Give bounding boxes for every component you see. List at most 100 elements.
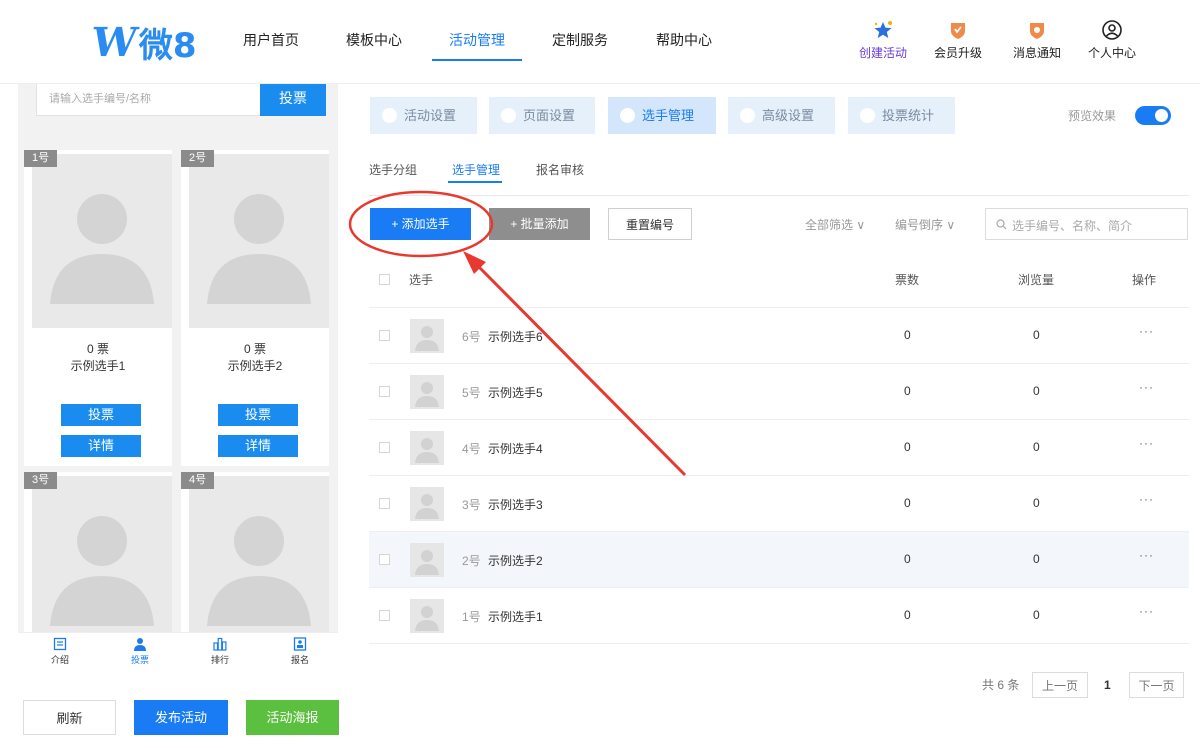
player-photo-placeholder: [189, 154, 329, 328]
row-votes: 0: [904, 496, 911, 510]
avatar-silhouette-icon: [415, 606, 439, 631]
row-more-actions[interactable]: ···: [1139, 548, 1154, 562]
row-checkbox[interactable]: [379, 610, 390, 621]
row-more-actions[interactable]: ···: [1139, 604, 1154, 618]
vote-button[interactable]: 投票: [61, 404, 141, 426]
row-views: 0: [1033, 552, 1040, 566]
row-player-name: 示例选手4: [488, 442, 543, 456]
row-player-number: 3号: [462, 498, 481, 512]
nav-help-center[interactable]: 帮助中心: [656, 30, 712, 50]
tab-intro-label: 介绍: [50, 655, 69, 665]
site-logo[interactable]: W 微8: [89, 19, 197, 66]
subtab-player-groups[interactable]: 选手分组: [369, 161, 417, 178]
reset-number-button[interactable]: 重置编号: [608, 208, 692, 240]
player-card: 3号: [24, 472, 172, 632]
player-search-input[interactable]: 选手编号、名称、简介: [985, 208, 1188, 240]
pagination-prev-button[interactable]: 上一页: [1032, 672, 1088, 698]
preview-toggle-label: 预览效果: [1068, 109, 1117, 123]
tab-advanced-settings[interactable]: 高级设置: [728, 97, 835, 134]
player-search-placeholder: 选手编号、名称、简介: [1012, 219, 1133, 233]
tab-activity-settings[interactable]: 活动设置: [370, 97, 477, 134]
vote-button[interactable]: 投票: [218, 404, 298, 426]
vip-badge-icon: [951, 23, 965, 39]
publish-activity-button[interactable]: 发布活动: [134, 700, 228, 735]
batch-add-button[interactable]: + 批量添加: [489, 208, 590, 240]
tab-vote-statistics-label: 投票统计: [882, 108, 935, 123]
refresh-button[interactable]: 刷新: [23, 700, 116, 735]
preview-toggle-switch[interactable]: [1135, 106, 1171, 125]
row-more-actions[interactable]: ···: [1139, 324, 1154, 338]
row-player-number: 1号: [462, 610, 481, 624]
stats-icon: [860, 108, 875, 123]
logo-text: 微8: [138, 25, 197, 66]
player-card: 1号 0 票 示例选手1 投票 详情: [24, 150, 172, 466]
bell-badge-icon: [1030, 23, 1044, 39]
nav-activity-management[interactable]: 活动管理: [449, 30, 505, 50]
row-views: 0: [1033, 328, 1040, 342]
avatar-silhouette-icon: [415, 494, 439, 519]
user-circle-icon: [1102, 20, 1122, 40]
row-more-actions[interactable]: ···: [1139, 492, 1154, 506]
select-all-checkbox[interactable]: [379, 274, 390, 285]
player-photo-placeholder: [32, 476, 172, 632]
preview-search-button[interactable]: 投票: [260, 84, 326, 116]
preview-search-placeholder: 请输入选手编号/名称: [49, 93, 152, 105]
notifications-label: 消息通知: [1012, 46, 1061, 60]
avatar-silhouette-icon: [50, 516, 154, 626]
column-header-votes: 票数: [895, 273, 920, 287]
tab-ranking-label: 排行: [210, 655, 229, 665]
tab-intro[interactable]: 介绍: [40, 637, 80, 666]
player-number-badge: 3号: [24, 472, 58, 489]
nav-home[interactable]: 用户首页: [243, 30, 299, 50]
table-row: 5号 示例选手5 0 0 ···: [369, 364, 1189, 420]
column-header-player: 选手: [409, 273, 434, 287]
shield-icon: [382, 108, 397, 123]
player-number-badge: 2号: [181, 150, 215, 167]
row-votes: 0: [904, 440, 911, 454]
row-player-number: 2号: [462, 554, 481, 568]
row-player-number: 4号: [462, 442, 481, 456]
row-views: 0: [1033, 608, 1040, 622]
preview-search-bar[interactable]: 请输入选手编号/名称 投票: [36, 84, 326, 116]
nav-templates[interactable]: 模板中心: [346, 30, 402, 50]
player-photo-placeholder: [189, 476, 329, 632]
avatar-silhouette-icon: [415, 438, 439, 463]
nav-custom-service[interactable]: 定制服务: [552, 30, 608, 50]
notifications-button[interactable]: 消息通知: [1002, 19, 1072, 61]
create-activity-button[interactable]: 创建活动: [848, 19, 918, 61]
avatar-silhouette-icon: [50, 194, 154, 304]
row-more-actions[interactable]: ···: [1139, 380, 1154, 394]
row-checkbox[interactable]: [379, 498, 390, 509]
vip-upgrade-button[interactable]: 会员升级: [923, 19, 993, 61]
row-votes: 0: [904, 608, 911, 622]
row-views: 0: [1033, 440, 1040, 454]
subtab-player-management[interactable]: 选手管理: [452, 161, 500, 178]
tab-vote-statistics[interactable]: 投票统计: [848, 97, 955, 134]
tab-signup[interactable]: 报名: [280, 637, 320, 666]
filter-all-dropdown[interactable]: 全部筛选 ∨: [805, 216, 865, 233]
row-player-number: 5号: [462, 386, 481, 400]
player-thumbnail: [410, 375, 444, 409]
row-checkbox[interactable]: [379, 330, 390, 341]
row-checkbox[interactable]: [379, 386, 390, 397]
row-more-actions[interactable]: ···: [1139, 436, 1154, 450]
sort-order-dropdown[interactable]: 编号倒序 ∨: [895, 216, 955, 233]
activity-poster-button[interactable]: 活动海报: [246, 700, 339, 735]
pagination-current-page[interactable]: 1: [1104, 672, 1111, 698]
row-checkbox[interactable]: [379, 554, 390, 565]
pagination-next-button[interactable]: 下一页: [1129, 672, 1184, 698]
tab-ranking[interactable]: 排行: [200, 637, 240, 666]
row-checkbox[interactable]: [379, 442, 390, 453]
user-center-button[interactable]: 个人中心: [1077, 19, 1147, 61]
tab-player-management[interactable]: 选手管理: [608, 97, 716, 134]
subtab-signup-review[interactable]: 报名审核: [536, 161, 584, 178]
player-number-badge: 1号: [24, 150, 58, 167]
detail-button[interactable]: 详情: [218, 435, 298, 457]
tab-page-settings[interactable]: 页面设置: [489, 97, 595, 134]
tab-vote[interactable]: 投票: [120, 637, 160, 666]
add-player-button[interactable]: + 添加选手: [370, 208, 471, 240]
detail-button[interactable]: 详情: [61, 435, 141, 457]
preview-tab-bar: 介绍 投票 排行 报名: [18, 632, 338, 676]
tab-page-settings-label: 页面设置: [523, 108, 576, 123]
row-player-name: 示例选手6: [488, 330, 543, 344]
